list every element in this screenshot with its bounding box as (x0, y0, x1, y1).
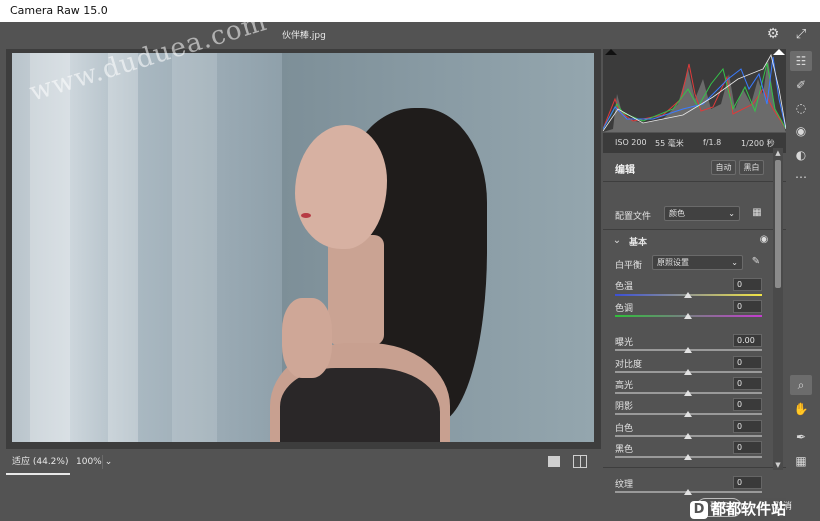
preview-statusbar: 适应 (44.2%) 100% ⌄ (6, 449, 601, 475)
edit-header: 编辑 自动 黑白 (603, 154, 786, 181)
exif-aperture: f/1.8 (703, 138, 722, 147)
histogram-graph (602, 49, 787, 132)
sampler-icon[interactable]: ✒ (790, 427, 812, 447)
neck (328, 235, 384, 345)
profile-label: 配置文件 (615, 212, 652, 222)
single-view-icon[interactable] (548, 456, 560, 467)
profile-browser-icon[interactable]: ▦ (750, 207, 764, 219)
whites-thumb[interactable] (684, 433, 692, 439)
profile-select[interactable]: 颜色 ⌄ (664, 206, 740, 221)
slider-label-contrast: 对比度 (615, 360, 643, 370)
exposure-thumb[interactable] (684, 347, 692, 353)
gear-icon[interactable]: ⚙ (765, 26, 781, 42)
histogram (602, 49, 787, 132)
highlights-thumb[interactable] (684, 390, 692, 396)
blacks-thumb[interactable] (684, 454, 692, 460)
chevron-down-icon[interactable]: ⌄ (612, 235, 622, 247)
edit-title: 编辑 (615, 165, 635, 176)
exposure-value[interactable]: 0.00 (733, 334, 762, 347)
white-balance-label: 白平衡 (615, 261, 643, 271)
highlights-value[interactable]: 0 (733, 377, 762, 390)
healing-brush-icon[interactable]: ✐ (790, 75, 812, 95)
zoom-100-button[interactable]: 100% (76, 449, 102, 475)
hand (282, 298, 332, 378)
auto-button[interactable]: 自动 (711, 160, 736, 175)
panel-scrollbar[interactable]: ▲ ▼ (773, 148, 783, 470)
chevron-up-icon[interactable]: ▲ (773, 148, 783, 158)
lips (301, 213, 311, 218)
shadow-clip-icon (605, 49, 617, 55)
curtain-fold (172, 53, 217, 442)
divider (603, 229, 786, 230)
blacks-value[interactable]: 0 (733, 441, 762, 454)
hand-icon[interactable]: ✋ (790, 399, 812, 419)
image-preview[interactable]: www.duduea.com (6, 7, 601, 474)
zoom-icon[interactable]: ⌕ (790, 375, 812, 395)
exif-shutter: 1/200 秒 (741, 139, 775, 148)
contrast-thumb[interactable] (684, 369, 692, 375)
chevron-down-icon: ⌄ (728, 209, 735, 218)
black-white-button[interactable]: 黑白 (739, 160, 764, 175)
footer: 确定 取消 D 都都软件站 (0, 498, 820, 521)
slider-label-texture: 纹理 (615, 480, 634, 490)
presets-icon[interactable]: ◐ (790, 145, 812, 165)
profile-value: 颜色 (669, 209, 685, 218)
slider-label-exposure: 曝光 (615, 338, 634, 348)
mask-icon[interactable]: ◌ (790, 98, 812, 118)
brand-watermark: D 都都软件站 (690, 498, 787, 521)
divider (603, 467, 786, 468)
grid-icon[interactable]: ▦ (790, 451, 812, 471)
tint-thumb[interactable] (684, 313, 692, 319)
tint-value[interactable]: 0 (733, 300, 762, 313)
expand-icon[interactable]: ⤢ (792, 26, 810, 44)
dress (280, 368, 440, 442)
curtain-fold (30, 53, 70, 442)
slider-label-highlights: 高光 (615, 381, 634, 391)
contrast-value[interactable]: 0 (733, 356, 762, 369)
highlight-clip-icon (773, 49, 785, 55)
chevron-down-icon[interactable]: ▼ (773, 460, 783, 470)
red-eye-icon[interactable]: ◉ (790, 121, 812, 141)
before-after-icon[interactable] (573, 455, 587, 468)
curtain-fold (108, 53, 138, 442)
chevron-down-icon[interactable]: ⌄ (102, 455, 114, 469)
photo (12, 53, 594, 442)
scroll-thumb[interactable] (775, 160, 781, 288)
exif-iso: ISO 200 (615, 138, 647, 147)
file-name: 伙伴棒.jpg (282, 31, 326, 41)
shadows-value[interactable]: 0 (733, 398, 762, 411)
whites-value[interactable]: 0 (733, 420, 762, 433)
texture-value[interactable]: 0 (733, 476, 762, 489)
temperature-thumb[interactable] (684, 292, 692, 298)
exif-info: ISO 200 55 毫米 f/1.8 1/200 秒 (603, 133, 786, 153)
edit-sliders-icon[interactable]: ☷ (790, 51, 812, 71)
brand-text: 都都软件站 (711, 500, 787, 518)
eyedropper-icon[interactable]: ✎ (749, 256, 763, 268)
slider-label-shadows: 阴影 (615, 402, 634, 412)
slider-label-blacks: 黑色 (615, 445, 634, 455)
exif-focal: 55 毫米 (655, 139, 684, 148)
more-icon[interactable]: ⋯ (790, 167, 812, 187)
divider (603, 181, 786, 182)
chevron-down-icon: ⌄ (731, 258, 738, 267)
window-title: Camera Raw 15.0 (0, 0, 820, 22)
white-balance-select[interactable]: 原照设置 ⌄ (652, 255, 743, 270)
white-balance-value: 原照设置 (657, 258, 689, 267)
top-bar: 伙伴棒.jpg ⚙ (0, 22, 790, 48)
edit-panel: ISO 200 55 毫米 f/1.8 1/200 秒 编辑 自动 黑白 配置文… (602, 49, 787, 498)
brand-logo-icon: D (690, 500, 708, 519)
basic-section-title[interactable]: 基本 (629, 235, 647, 248)
temperature-value[interactable]: 0 (733, 278, 762, 291)
shadows-thumb[interactable] (684, 411, 692, 417)
camera-raw-window: 伙伴棒.jpg ⚙ ⤢ www.duduea.com 适应 (44.2%) 10… (0, 7, 820, 521)
slider-label-whites: 白色 (615, 424, 634, 434)
tool-strip: ☷ ✐ ◌ ◉ ◐ ⋯ ⌕ ✋ ✒ ▦ (788, 49, 814, 498)
slider-label-temperature: 色温 (615, 282, 634, 292)
texture-thumb[interactable] (684, 489, 692, 495)
slider-label-tint: 色调 (615, 304, 634, 314)
fit-zoom-button[interactable]: 适应 (44.2%) (6, 449, 70, 475)
eye-icon[interactable]: ◉ (757, 234, 771, 246)
